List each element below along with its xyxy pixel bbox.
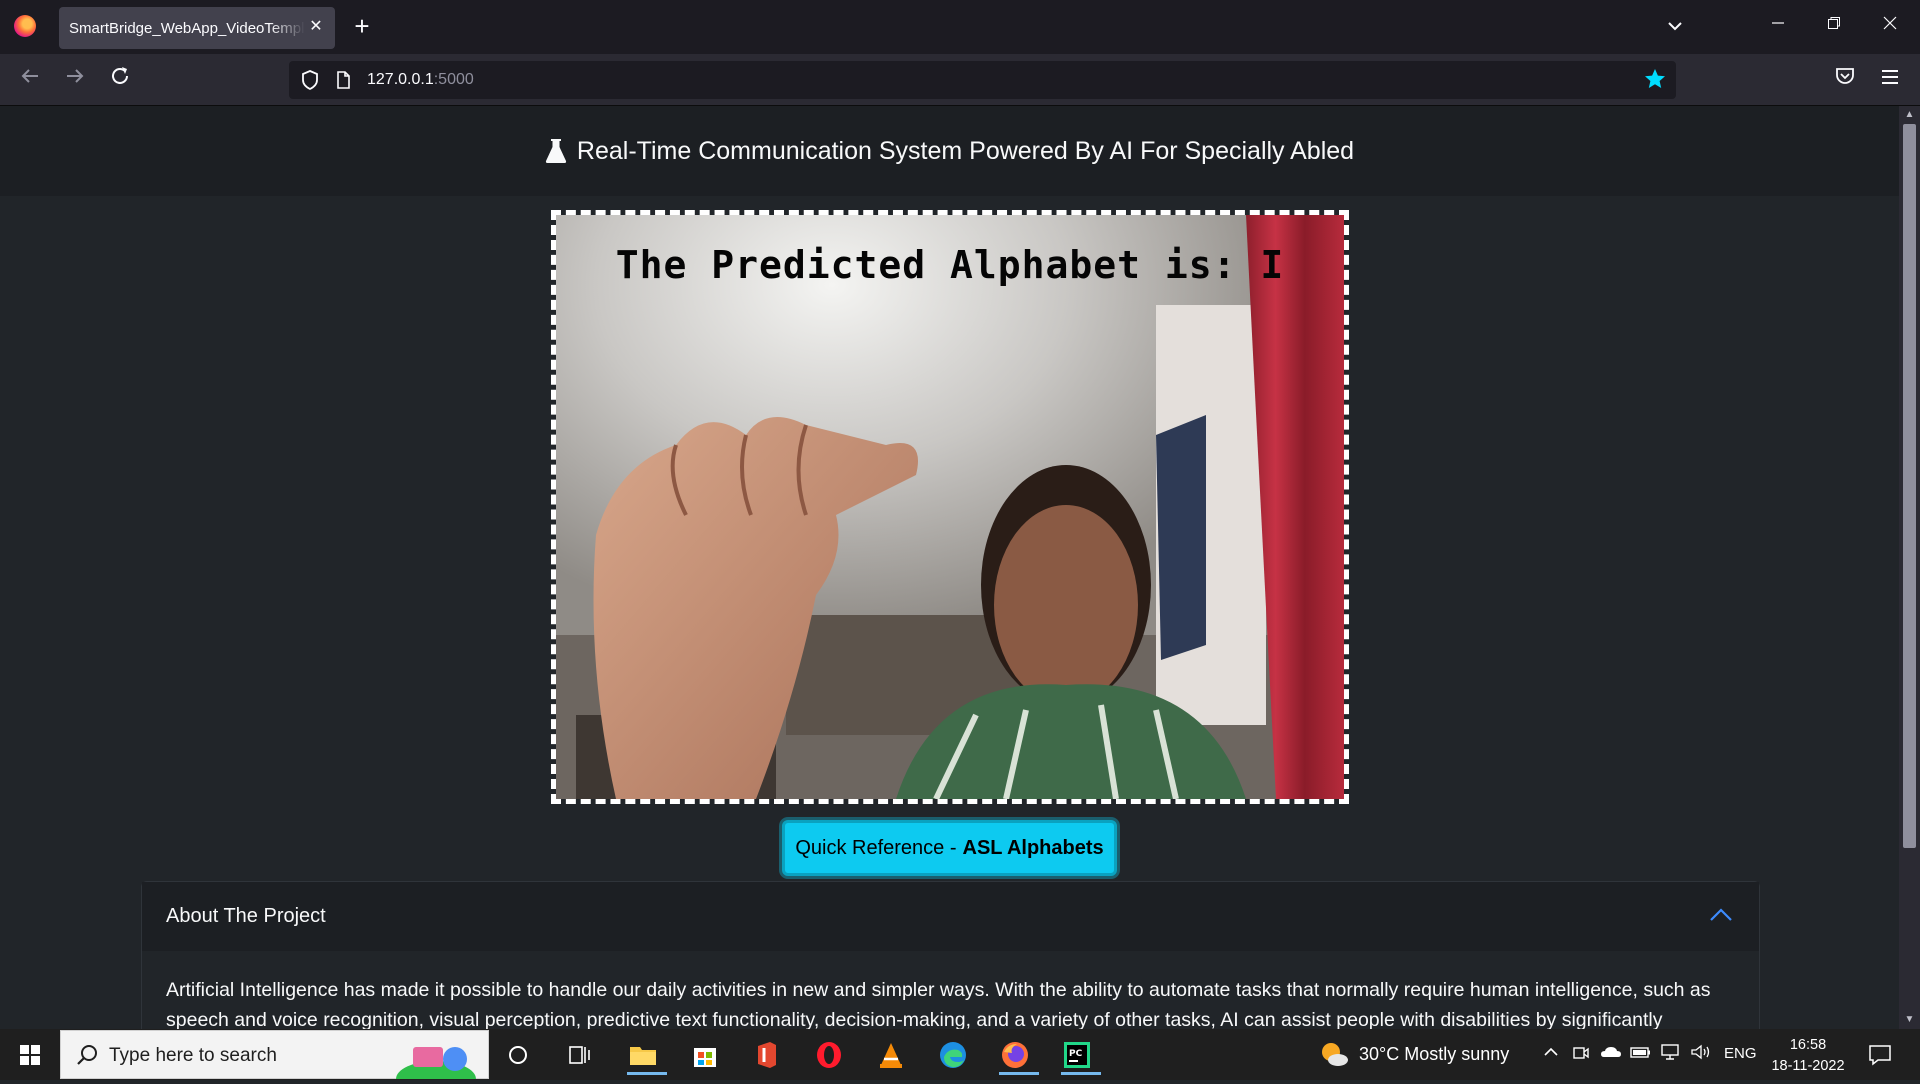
notifications-icon[interactable]	[1867, 1042, 1893, 1068]
back-button[interactable]	[14, 64, 46, 96]
bookmark-star-icon[interactable]	[1642, 67, 1668, 93]
page-header: Real-Time Communication System Powered B…	[0, 106, 1899, 196]
list-all-tabs-button[interactable]	[1660, 14, 1690, 40]
chevron-up-icon	[1707, 902, 1735, 930]
search-highlight-icon	[391, 1045, 481, 1084]
predicted-alphabet-overlay: The Predicted Alphabet is: I	[615, 243, 1285, 287]
task-view-icon[interactable]	[560, 1035, 600, 1075]
accordion-header-button[interactable]: About The Project	[142, 882, 1759, 951]
opera-icon[interactable]	[809, 1035, 849, 1075]
taskbar-clock[interactable]: 16:58 18-11-2022	[1770, 1035, 1846, 1077]
microsoft-store-icon[interactable]	[685, 1035, 725, 1075]
scroll-down-arrow-icon[interactable]: ▼	[1899, 1012, 1920, 1028]
reload-button[interactable]	[104, 64, 136, 96]
network-icon[interactable]	[1660, 1043, 1682, 1065]
tracking-protection-shield-icon[interactable]	[299, 69, 321, 91]
language-indicator[interactable]: ENG	[1724, 1045, 1757, 1062]
cortana-icon[interactable]	[498, 1035, 538, 1075]
scrollbar-thumb[interactable]	[1903, 124, 1916, 848]
clock-time: 16:58	[1789, 1037, 1827, 1053]
onedrive-icon[interactable]	[1600, 1043, 1622, 1065]
new-tab-button[interactable]: +	[348, 12, 376, 40]
pocket-icon[interactable]	[1829, 64, 1861, 96]
hamburger-menu-icon[interactable]	[1874, 64, 1906, 96]
search-placeholder: Type here to search	[109, 1045, 277, 1066]
tab-close-icon[interactable]: ✕	[307, 18, 325, 36]
edge-icon[interactable]	[933, 1035, 973, 1075]
pycharm-icon[interactable]: PC	[1057, 1035, 1101, 1075]
file-explorer-active-indicator	[627, 1072, 667, 1075]
clock-date: 18-11-2022	[1771, 1058, 1845, 1074]
svg-text:PC: PC	[1069, 1049, 1083, 1059]
windows-start-icon[interactable]	[8, 1037, 52, 1073]
minimize-button[interactable]	[1758, 10, 1798, 42]
webcam-feed-image	[556, 215, 1344, 799]
file-explorer-icon[interactable]	[623, 1035, 667, 1075]
flask-icon	[545, 138, 567, 164]
firefox-active-indicator	[999, 1072, 1039, 1075]
video-stream: The Predicted Alphabet is: I	[551, 210, 1349, 804]
url-host: 127.0.0.1	[367, 71, 434, 88]
url-bar[interactable]: 127.0.0.1:5000	[289, 61, 1676, 99]
url-text: 127.0.0.1:5000	[367, 71, 474, 89]
accordion-title: About The Project	[166, 905, 326, 927]
about-accordion: About The Project Artificial Intelligenc…	[141, 881, 1760, 1029]
firefox-icon[interactable]	[995, 1035, 1039, 1075]
page-title: Real-Time Communication System Powered B…	[576, 136, 1355, 165]
browser-tab[interactable]: SmartBridge_WebApp_VideoTemplate ✕	[59, 7, 335, 49]
taskbar-search-input[interactable]: Type here to search	[60, 1030, 489, 1084]
scroll-up-arrow-icon[interactable]: ▲	[1899, 107, 1920, 123]
office-icon[interactable]	[747, 1035, 787, 1075]
restore-button[interactable]	[1814, 10, 1854, 42]
asl-reference-button[interactable]: Quick Reference - ASL Alphabets	[782, 820, 1117, 876]
browser-titlebar: SmartBridge_WebApp_VideoTemplate ✕ +	[0, 0, 1920, 54]
asl-reference-prefix: Quick Reference -	[795, 836, 957, 859]
volume-icon[interactable]	[1690, 1043, 1712, 1065]
page-scrollbar[interactable]: ▲ ▼	[1899, 106, 1920, 1029]
pycharm-active-indicator	[1061, 1072, 1101, 1075]
weather-sun-cloud-icon[interactable]	[1318, 1039, 1350, 1071]
chevron-up-tray-icon[interactable]	[1542, 1043, 1560, 1065]
close-window-button[interactable]	[1870, 10, 1910, 42]
firefox-logo-icon	[14, 15, 36, 37]
search-icon	[75, 1043, 99, 1067]
browser-navbar: 127.0.0.1:5000	[0, 54, 1920, 106]
battery-icon[interactable]	[1630, 1043, 1652, 1065]
asl-reference-bold: ASL Alphabets	[962, 836, 1104, 859]
windows-taskbar: Type here to search PC 30°C Mostly sunny	[0, 1029, 1920, 1084]
tab-title: SmartBridge_WebApp_VideoTemplate	[69, 19, 305, 37]
weather-text[interactable]: 30°C Mostly sunny	[1359, 1044, 1509, 1065]
meet-now-icon[interactable]	[1572, 1043, 1590, 1067]
accordion-body-text: Artificial Intelligence has made it poss…	[166, 979, 1711, 1029]
vlc-icon[interactable]	[871, 1035, 911, 1075]
page-info-icon[interactable]	[333, 70, 353, 90]
url-port: :5000	[433, 71, 474, 88]
forward-button[interactable]	[59, 64, 91, 96]
web-page: Real-Time Communication System Powered B…	[0, 106, 1899, 1029]
